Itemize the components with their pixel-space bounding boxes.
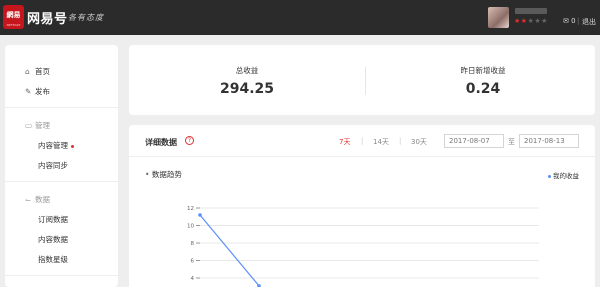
total-earnings-value: 294.25 — [219, 81, 275, 97]
logo-text: 網易 — [6, 11, 21, 19]
star-icon: ★ — [514, 17, 521, 25]
sidebar-item-content-data[interactable]: 内容数据 — [38, 234, 68, 245]
logout-link[interactable]: 退出 — [582, 17, 596, 27]
logo-subtext: NETEASE — [6, 23, 21, 27]
total-earnings-label: 总收益 — [235, 66, 259, 75]
sidebar-divider — [5, 107, 118, 108]
sidebar-divider — [5, 275, 118, 276]
sidebar-item-label: 指数星级 — [38, 255, 68, 264]
sidebar-item-publish[interactable]: ✎ 发布 — [25, 86, 50, 97]
sidebar-group-data: ⌙ 数据 — [25, 194, 50, 205]
sidebar-item-home[interactable]: ⌂ 首页 — [25, 66, 50, 77]
top-bar: 網易 NETEASE 网易号 各有态度 ★★★★★ ✉ 0 | 退出 — [0, 0, 600, 35]
y-tick-label: 6 — [191, 259, 195, 265]
sidebar-item-label: 内容同步 — [38, 161, 68, 170]
brand-name[interactable]: 网易号 — [27, 8, 68, 27]
sidebar-item-label: 订阅数据 — [38, 215, 68, 224]
notification-dot — [71, 144, 74, 148]
earnings-summary: 总收益 294.25 昨日新增收益 0.24 — [129, 45, 595, 115]
netease-logo[interactable]: 網易 NETEASE — [3, 5, 24, 29]
user-rating-stars: ★★★★★ — [514, 17, 548, 25]
y-tick-label: 4 — [191, 276, 195, 282]
y-tick-label: 12 — [187, 206, 194, 212]
messages-link[interactable]: ✉ 0 — [563, 17, 576, 25]
brand-slogan: 各有态度 — [68, 13, 104, 22]
folder-icon: ▭ — [25, 121, 33, 130]
detail-panel: 详细数据 ? 7天 | 14天 | 30天 2017-08-07 至 2017-… — [129, 125, 595, 287]
star-icon: ★ — [520, 17, 528, 25]
yesterday-earnings-label: 昨日新增收益 — [460, 66, 506, 75]
pencil-icon: ✎ — [25, 87, 32, 96]
sidebar-divider — [5, 181, 118, 182]
sidebar-item-label: 内容数据 — [38, 235, 68, 244]
sidebar-group-label: 管理 — [35, 121, 50, 130]
user-name-redacted[interactable] — [515, 8, 547, 14]
sidebar-item-label: 首页 — [35, 67, 50, 76]
home-icon: ⌂ — [25, 67, 30, 76]
avatar[interactable] — [488, 7, 509, 28]
sidebar: ⌂ 首页 ✎ 发布 ▭ 管理 内容管理 内容同步 ⌙ 数据 订阅数据 内容数据 指数星级 — [5, 45, 118, 287]
header-separator: | — [577, 17, 580, 25]
message-count: 0 — [571, 17, 576, 25]
data-point[interactable] — [198, 213, 202, 217]
sidebar-item-subscribe-data[interactable]: 订阅数据 — [38, 214, 68, 225]
sidebar-group-manage: ▭ 管理 — [25, 120, 50, 131]
yesterday-earnings-value: 0.24 — [465, 81, 501, 97]
y-tick-label: 10 — [187, 224, 194, 230]
sidebar-item-label: 内容管理 — [38, 141, 68, 150]
earnings-line-chart: 12 10 8 6 4 — [187, 206, 539, 287]
sidebar-group-label: 数据 — [35, 195, 50, 204]
chart-icon: ⌙ — [25, 195, 32, 204]
sidebar-item-index-level[interactable]: 指数星级 — [38, 254, 68, 265]
y-tick-label: 8 — [191, 241, 195, 247]
sidebar-item-label: 发布 — [35, 87, 50, 96]
sidebar-item-content-manage[interactable]: 内容管理 — [38, 140, 74, 151]
sidebar-item-content-sync[interactable]: 内容同步 — [38, 160, 68, 171]
star-icon: ★ — [541, 17, 548, 25]
summary-divider — [365, 67, 366, 95]
mail-icon: ✉ — [563, 17, 569, 25]
